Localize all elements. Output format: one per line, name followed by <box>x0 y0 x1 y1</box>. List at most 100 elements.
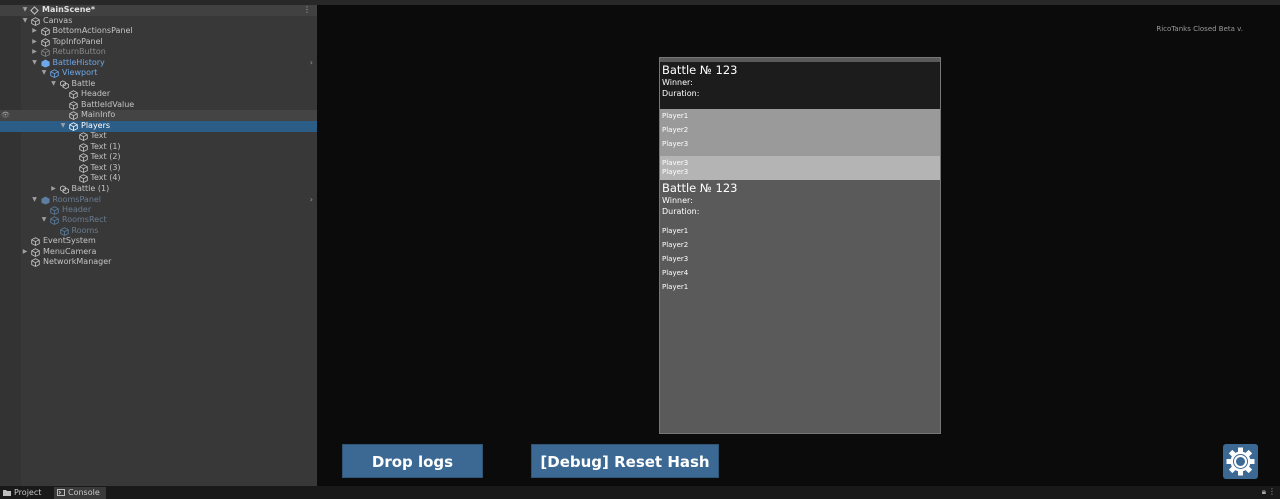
hierarchy-item-text-4[interactable]: Text (4) <box>0 173 317 184</box>
hierarchy-item-label: Canvas <box>43 16 73 25</box>
gameobject-icon <box>69 101 78 110</box>
hierarchy-item-label: Header <box>81 89 111 98</box>
scene-name: MainScene* <box>42 5 96 14</box>
hierarchy-item-header[interactable]: Header <box>0 205 317 216</box>
visibility-eye-icon[interactable]: 👁︎ <box>1 110 10 121</box>
hierarchy-item-text[interactable]: Text <box>0 131 317 142</box>
gear-icon <box>1226 447 1255 476</box>
gameobject-icon <box>31 237 40 246</box>
hierarchy-item-label: Battle (1) <box>71 184 110 193</box>
hierarchy-item-battlehistory[interactable]: ▼ BattleHistory › <box>0 58 317 69</box>
hierarchy-item-text-1[interactable]: Text (1) <box>0 142 317 153</box>
expand-arrow-icon[interactable]: ▼ <box>21 5 29 16</box>
settings-button[interactable] <box>1223 444 1258 479</box>
expand-arrow-icon[interactable]: ▼ <box>31 58 39 69</box>
gameobject-icon <box>31 248 40 257</box>
hierarchy-item-header[interactable]: Header <box>0 89 317 100</box>
player-row: Player1 <box>660 109 940 123</box>
battle-winner-label: Winner: <box>662 78 693 87</box>
expand-arrow-icon[interactable]: ▼ <box>21 16 29 27</box>
expand-arrow-icon[interactable]: ▼ <box>40 68 48 79</box>
battle-title: Battle № 123 <box>662 181 738 195</box>
hierarchy-item-label: Text <box>90 131 107 140</box>
hierarchy-item-label: BattleHistory <box>52 58 105 67</box>
prefab-icon <box>40 196 50 205</box>
expand-arrow-icon[interactable]: ▼ <box>40 215 48 226</box>
hierarchy-item-label: TopInfoPanel <box>52 37 103 46</box>
battle-title: Battle № 123 <box>662 63 738 77</box>
hierarchy-item-players[interactable]: ▼ Players <box>0 121 317 132</box>
hierarchy-item-label: Header <box>62 205 92 214</box>
tab-project[interactable]: Project <box>0 487 47 499</box>
player-row: Player4 <box>662 269 689 277</box>
collapse-arrow-icon[interactable]: ▶ <box>31 26 39 37</box>
collapse-arrow-icon[interactable]: ▶ <box>50 184 58 195</box>
chevron-right-icon[interactable]: › <box>310 195 313 206</box>
hierarchy-item-label: RoomsRect <box>62 215 107 224</box>
hierarchy-item-battle-1[interactable]: ▶ Battle (1) <box>0 184 317 195</box>
player-row: Player3 <box>662 255 689 263</box>
more-options-icon[interactable]: ⋮ <box>1268 487 1276 496</box>
hierarchy-item-bottomactionspanel[interactable]: ▶ BottomActionsPanel <box>0 26 317 37</box>
hierarchy-item-label: Battle <box>71 79 96 88</box>
hierarchy-item-roomspanel[interactable]: ▼ RoomsPanel › <box>0 195 317 206</box>
hierarchy-item-menucamera[interactable]: ▶ MenuCamera <box>0 247 317 258</box>
battle-header: Battle № 123 Winner: Duration: <box>660 62 940 109</box>
gameobject-icon <box>50 216 59 225</box>
unity-editor: ▼ MainScene* ⋮ ▼ Canvas ▶ BottomActionsPane… <box>0 0 1280 499</box>
gameobject-icon <box>78 153 88 162</box>
hierarchy-item-eventsystem[interactable]: EventSystem <box>0 236 317 247</box>
tab-project-label: Project <box>14 488 42 497</box>
collapse-arrow-icon[interactable]: ▶ <box>31 37 39 48</box>
hierarchy-item-viewport[interactable]: ▼ Viewport <box>0 68 317 79</box>
gameobject-icon <box>31 17 40 26</box>
gameobject-icon <box>50 206 59 215</box>
hierarchy-item-label: MainInfo <box>81 110 116 119</box>
collapse-arrow-icon[interactable]: ▶ <box>31 47 39 58</box>
gameobject-icon <box>40 38 50 47</box>
bottom-tab-bar: Project Console 🔒︎ ⋮ <box>0 486 1280 499</box>
player-row: Player1 <box>662 283 689 291</box>
gameobject-icon <box>69 90 78 99</box>
player-row-gap <box>660 151 940 156</box>
hierarchy-item-rooms[interactable]: Rooms <box>0 226 317 237</box>
player-row: Player1 <box>662 227 689 235</box>
hierarchy-item-label: RoomsPanel <box>52 195 102 204</box>
lock-icon[interactable]: 🔒︎ <box>1262 487 1266 497</box>
hierarchy-item-returnbutton[interactable]: ▶ ReturnButton <box>0 47 317 58</box>
tab-console-label: Console <box>68 488 100 497</box>
prefab-icon <box>40 59 50 68</box>
hierarchy-item-label: Text (2) <box>90 152 121 161</box>
unity-scene-icon <box>30 6 39 15</box>
expand-arrow-icon[interactable]: ▼ <box>59 121 67 132</box>
hierarchy-item-label: Text (4) <box>90 173 121 182</box>
drop-logs-button[interactable]: Drop logs <box>342 444 483 478</box>
expand-arrow-icon[interactable]: ▼ <box>50 79 58 90</box>
chevron-right-icon[interactable]: › <box>310 58 313 69</box>
hierarchy-item-topinfopanel[interactable]: ▶ TopInfoPanel <box>0 37 317 48</box>
hierarchy-item-text-2[interactable]: Text (2) <box>0 152 317 163</box>
hierarchy-item-networkmanager[interactable]: NetworkManager <box>0 257 317 268</box>
expand-arrow-icon[interactable]: ▼ <box>31 195 39 206</box>
hierarchy-item-text-3[interactable]: Text (3) <box>0 163 317 174</box>
scene-menu-icon[interactable]: ⋮ <box>303 5 311 16</box>
hierarchy-item-canvas[interactable]: ▼ Canvas <box>0 16 317 27</box>
collapse-arrow-icon[interactable]: ▶ <box>21 247 29 258</box>
hierarchy-panel: ▼ MainScene* ⋮ ▼ Canvas ▶ BottomActionsPane… <box>0 0 317 486</box>
gameobject-icon <box>69 111 78 120</box>
player-row: Player2 <box>662 241 689 249</box>
reset-hash-button[interactable]: [Debug] Reset Hash <box>531 444 719 478</box>
console-icon <box>57 489 65 496</box>
gameobject-group-icon <box>59 80 69 89</box>
hierarchy-item-label: Rooms <box>71 226 99 235</box>
hierarchy-item-label: EventSystem <box>43 236 96 245</box>
battle-history-panel[interactable]: Battle № 123 Winner: Duration: Player1 P… <box>659 57 941 434</box>
hierarchy-item-battleidvalue[interactable]: BattleIdValue <box>0 100 317 111</box>
folder-icon <box>3 490 11 496</box>
hierarchy-item-roomsrect[interactable]: ▼ RoomsRect <box>0 215 317 226</box>
tab-console[interactable]: Console <box>54 487 106 499</box>
hierarchy-item-maininfo[interactable]: 👁︎ MainInfo <box>0 110 317 121</box>
hierarchy-item-label: NetworkManager <box>43 257 112 266</box>
hierarchy-item-battle[interactable]: ▼ Battle <box>0 79 317 90</box>
scene-row[interactable]: ▼ MainScene* ⋮ <box>0 5 317 16</box>
